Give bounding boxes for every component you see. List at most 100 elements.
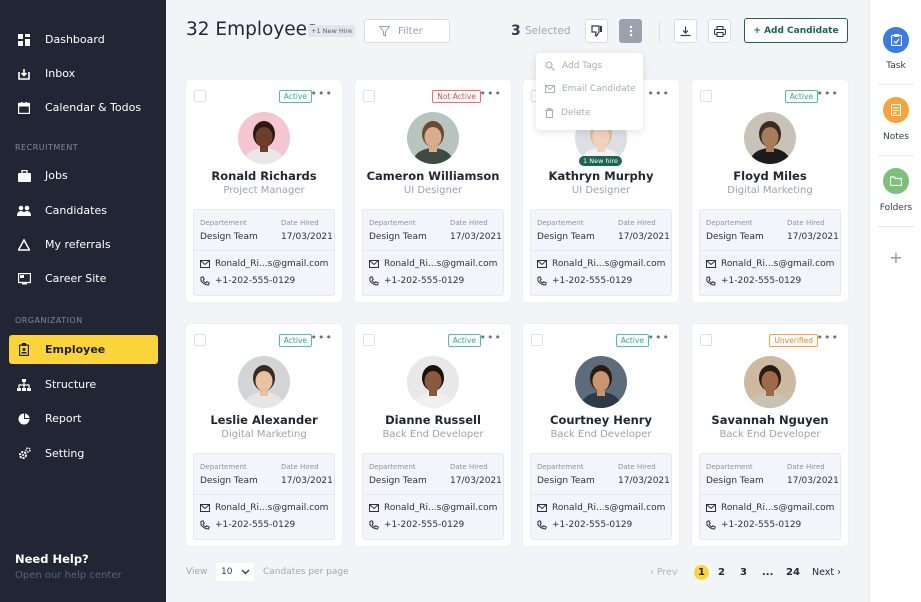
folders-button[interactable] — [883, 168, 909, 194]
more-options-icon[interactable]: ••• — [480, 88, 502, 99]
mail-icon — [200, 504, 210, 512]
email-value: Ronald_Ri...s@gmail.com — [721, 259, 835, 269]
sidebar-item-report[interactable]: Report — [9, 404, 158, 433]
select-checkbox[interactable] — [531, 334, 543, 346]
thumbs-down-button[interactable] — [585, 19, 608, 43]
phone-row[interactable]: +1-202-555-0129 — [369, 276, 464, 286]
add-candidate-button[interactable]: + Add Candidate — [744, 18, 848, 43]
more-options-icon[interactable]: ••• — [311, 332, 333, 343]
avatar — [238, 112, 290, 164]
phone-icon — [706, 520, 716, 530]
thumbs-down-icon — [590, 25, 602, 37]
more-actions-button[interactable] — [619, 19, 642, 43]
select-checkbox[interactable] — [700, 334, 712, 346]
sidebar-item-dashboard[interactable]: Dashboard — [9, 25, 158, 54]
folders-label: Folders — [879, 203, 913, 213]
sidebar-item-calendar[interactable]: Calendar & Todos — [9, 93, 158, 122]
sidebar-item-employee[interactable]: Employee — [9, 335, 158, 364]
employee-role: Digital Marketing — [221, 429, 307, 440]
date-hired-value: 17/03/2021 — [787, 232, 839, 242]
email-row[interactable]: Ronald_Ri...s@gmail.com — [369, 503, 497, 513]
mail-icon — [537, 504, 547, 512]
sidebar-item-structure[interactable]: Structure — [9, 370, 158, 399]
department-value: Design Team — [706, 232, 764, 242]
email-row[interactable]: Ronald_Ri...s@gmail.com — [706, 259, 834, 269]
notes-button[interactable] — [883, 97, 909, 123]
more-options-icon[interactable]: ••• — [480, 332, 502, 343]
select-checkbox[interactable] — [363, 334, 375, 346]
pagination-next[interactable]: Next › — [812, 567, 841, 578]
structure-icon — [17, 378, 31, 392]
email-row[interactable]: Ronald_Ri...s@gmail.com — [200, 259, 328, 269]
phone-row[interactable]: +1-202-555-0129 — [537, 520, 632, 530]
phone-row[interactable]: +1-202-555-0129 — [200, 520, 295, 530]
date-hired-value: 17/03/2021 — [450, 232, 502, 242]
employee-card[interactable]: Unverified ••• Savannah Nguyen Back End Dev… — [692, 324, 848, 546]
sidebar-item-label: Employee — [45, 343, 106, 356]
phone-row[interactable]: +1-202-555-0129 — [537, 276, 632, 286]
email-row[interactable]: Ronald_Ri...s@gmail.com — [537, 503, 665, 513]
select-checkbox[interactable] — [363, 90, 375, 102]
dropdown-item-delete[interactable]: Delete — [545, 108, 591, 118]
pagination-prev[interactable]: ‹ Prev — [650, 567, 678, 578]
download-button[interactable] — [674, 19, 697, 43]
email-row[interactable]: Ronald_Ri...s@gmail.com — [200, 503, 328, 513]
filter-button[interactable]: Filter — [364, 19, 450, 43]
employee-role: Back End Developer — [719, 429, 821, 440]
email-row[interactable]: Ronald_Ri...s@gmail.com — [537, 259, 665, 269]
email-value: Ronald_Ri...s@gmail.com — [384, 259, 498, 269]
briefcase-icon — [17, 169, 31, 183]
pagination-page-1[interactable]: 1 — [694, 565, 709, 580]
select-checkbox[interactable] — [194, 90, 206, 102]
employee-card[interactable]: Not Active ••• Cameron Williamson UI Design… — [355, 80, 511, 302]
sidebar-item-label: Setting — [45, 447, 85, 460]
email-row[interactable]: Ronald_Ri...s@gmail.com — [706, 503, 834, 513]
email-row[interactable]: Ronald_Ri...s@gmail.com — [369, 259, 497, 269]
pagination-page-2[interactable]: 2 — [718, 567, 725, 578]
help-center-link[interactable]: Open our help center — [15, 570, 122, 581]
employee-card[interactable]: Active ••• Courtney Henry Back End Develope… — [523, 324, 679, 546]
more-options-icon[interactable]: ••• — [648, 88, 670, 99]
department-label: Departement — [537, 219, 584, 227]
department-value: Design Team — [369, 232, 427, 242]
select-checkbox[interactable] — [194, 334, 206, 346]
more-options-icon[interactable]: ••• — [311, 88, 333, 99]
employee-name: Savannah Nguyen — [711, 413, 829, 427]
dropdown-item-add-tags[interactable]: Add Tags — [545, 61, 602, 71]
sidebar-item-setting[interactable]: Setting — [9, 439, 158, 468]
sidebar-item-inbox[interactable]: Inbox — [9, 59, 158, 88]
employee-name: Kathryn Murphy — [548, 169, 654, 183]
employee-card[interactable]: Active ••• Dianne Russell Back End Develope… — [355, 324, 511, 546]
sidebar-item-jobs[interactable]: Jobs — [9, 161, 158, 190]
employee-card[interactable]: Active ••• Floyd Miles Digital Marketing Dep… — [692, 80, 848, 302]
dropdown-item-email-candidate[interactable]: Email Candidate — [545, 84, 636, 94]
phone-row[interactable]: +1-202-555-0129 — [369, 520, 464, 530]
plus-icon[interactable]: + — [870, 248, 921, 267]
print-button[interactable] — [708, 19, 731, 43]
phone-row[interactable]: +1-202-555-0129 — [200, 276, 295, 286]
sidebar-item-career-site[interactable]: Career Site — [9, 264, 158, 293]
date-hired-label: Date Hired — [618, 219, 656, 227]
avatar — [744, 356, 796, 408]
phone-row[interactable]: +1-202-555-0129 — [706, 276, 801, 286]
sidebar-item-candidates[interactable]: Candidates — [9, 196, 158, 225]
select-checkbox[interactable] — [700, 90, 712, 102]
date-hired-label: Date Hired — [281, 463, 319, 471]
section-organization: ORGANIZATION — [15, 316, 83, 325]
employee-card[interactable]: Active ••• Leslie Alexander Digital Marketi… — [186, 324, 342, 546]
mail-icon — [706, 260, 716, 268]
pagination-page-3[interactable]: 3 — [740, 567, 747, 578]
per-page-select[interactable]: 10 — [216, 563, 254, 581]
more-options-icon[interactable]: ••• — [648, 332, 670, 343]
employee-card[interactable]: Active ••• Ronald Richards Project Manager D… — [186, 80, 342, 302]
more-options-icon[interactable]: ••• — [817, 88, 839, 99]
sidebar-item-referrals[interactable]: My referrals — [9, 230, 158, 259]
pagination-page-24[interactable]: 24 — [786, 567, 800, 578]
task-button[interactable] — [883, 27, 909, 53]
phone-value: +1-202-555-0129 — [552, 276, 633, 286]
date-hired-value: 17/03/2021 — [787, 476, 839, 486]
tag-search-icon — [545, 61, 555, 71]
phone-row[interactable]: +1-202-555-0129 — [706, 520, 801, 530]
more-options-icon[interactable]: ••• — [817, 332, 839, 343]
rightbar-divider — [878, 155, 914, 156]
